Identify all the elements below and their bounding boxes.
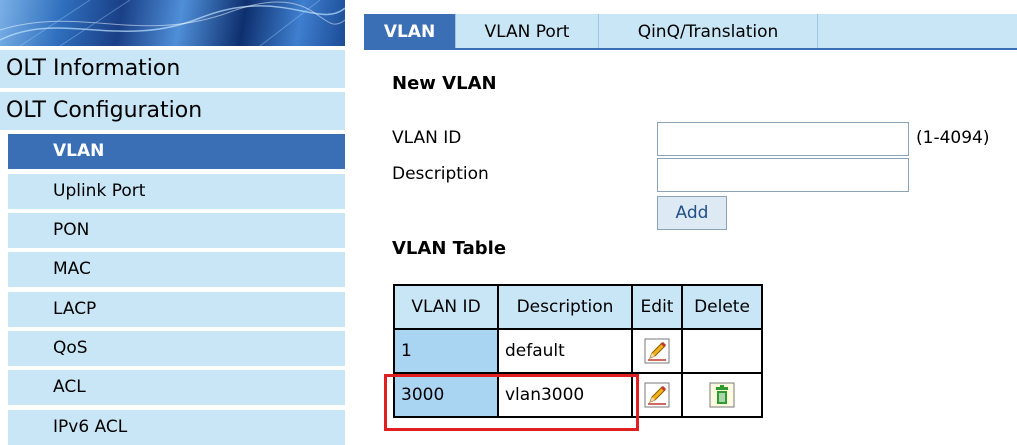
sidebar-item-acl[interactable]: ACL — [8, 370, 345, 405]
sidebar-item-label: QoS — [53, 338, 88, 358]
sidebar-group-label: OLT Configuration — [6, 98, 203, 123]
pencil-edit-icon[interactable] — [644, 338, 670, 364]
delete-cell — [681, 328, 763, 374]
pencil-edit-icon[interactable] — [644, 382, 670, 408]
sidebar-item-label: VLAN — [53, 141, 105, 161]
sidebar-item-pon[interactable]: PON — [8, 213, 345, 248]
tab-bar: VLAN VLAN Port QinQ/Translation — [364, 14, 1017, 50]
column-header-description: Description — [497, 284, 633, 330]
sidebar-item-ipv6-acl[interactable]: IPv6 ACL — [8, 410, 345, 445]
table-row: 3000 vlan3000 — [393, 372, 763, 418]
edit-cell — [631, 372, 683, 418]
sidebar-item-mac[interactable]: MAC — [8, 252, 345, 287]
sidebar-group-olt-information[interactable]: OLT Information — [0, 50, 345, 88]
vlan-id-input[interactable] — [657, 122, 909, 156]
description-input[interactable] — [657, 158, 909, 192]
description-cell: default — [497, 328, 633, 374]
sidebar-group-label: OLT Information — [6, 56, 181, 81]
tab-label: QinQ/Translation — [637, 22, 779, 42]
banner-image — [0, 0, 345, 46]
vlan-table-heading: VLAN Table — [392, 238, 507, 259]
column-header-edit: Edit — [631, 284, 683, 330]
vlan-table: VLAN ID Description Edit Delete 1 defaul… — [393, 284, 763, 418]
delete-cell — [681, 372, 763, 418]
sidebar-item-label: LACP — [53, 299, 97, 319]
vlan-id-label: VLAN ID — [392, 128, 462, 148]
table-header-row: VLAN ID Description Edit Delete — [393, 284, 763, 330]
sidebar-item-label: PON — [53, 220, 90, 240]
sidebar-item-label: IPv6 ACL — [53, 417, 128, 437]
sidebar-item-label: ACL — [53, 377, 86, 397]
sidebar: OLT Information OLT Configuration VLAN U… — [0, 0, 345, 445]
tab-label: VLAN Port — [484, 22, 570, 42]
tab-vlan-port[interactable]: VLAN Port — [456, 14, 599, 48]
sidebar-item-lacp[interactable]: LACP — [8, 292, 345, 327]
edit-cell — [631, 328, 683, 374]
column-header-vlan-id: VLAN ID — [393, 284, 499, 330]
add-button[interactable]: Add — [657, 196, 727, 230]
vlan-id-range-hint: (1-4094) — [916, 128, 990, 148]
new-vlan-heading: New VLAN — [392, 73, 497, 94]
sidebar-item-qos[interactable]: QoS — [8, 331, 345, 366]
column-header-delete: Delete — [681, 284, 763, 330]
trash-delete-icon[interactable] — [709, 382, 735, 408]
sidebar-item-vlan[interactable]: VLAN — [8, 134, 345, 169]
sidebar-group-olt-configuration[interactable]: OLT Configuration — [0, 92, 345, 130]
tab-qinq-translation[interactable]: QinQ/Translation — [599, 14, 818, 48]
sidebar-item-label: MAC — [53, 259, 91, 279]
sidebar-item-label: Uplink Port — [53, 181, 146, 201]
description-label: Description — [392, 164, 489, 184]
description-cell: vlan3000 — [497, 372, 633, 418]
sidebar-item-uplink-port[interactable]: Uplink Port — [8, 174, 345, 209]
table-row: 1 default — [393, 328, 763, 374]
vlan-id-cell: 1 — [393, 328, 499, 374]
tab-label: VLAN — [383, 22, 436, 42]
vlan-id-cell: 3000 — [393, 372, 499, 418]
tab-vlan[interactable]: VLAN — [364, 14, 456, 48]
